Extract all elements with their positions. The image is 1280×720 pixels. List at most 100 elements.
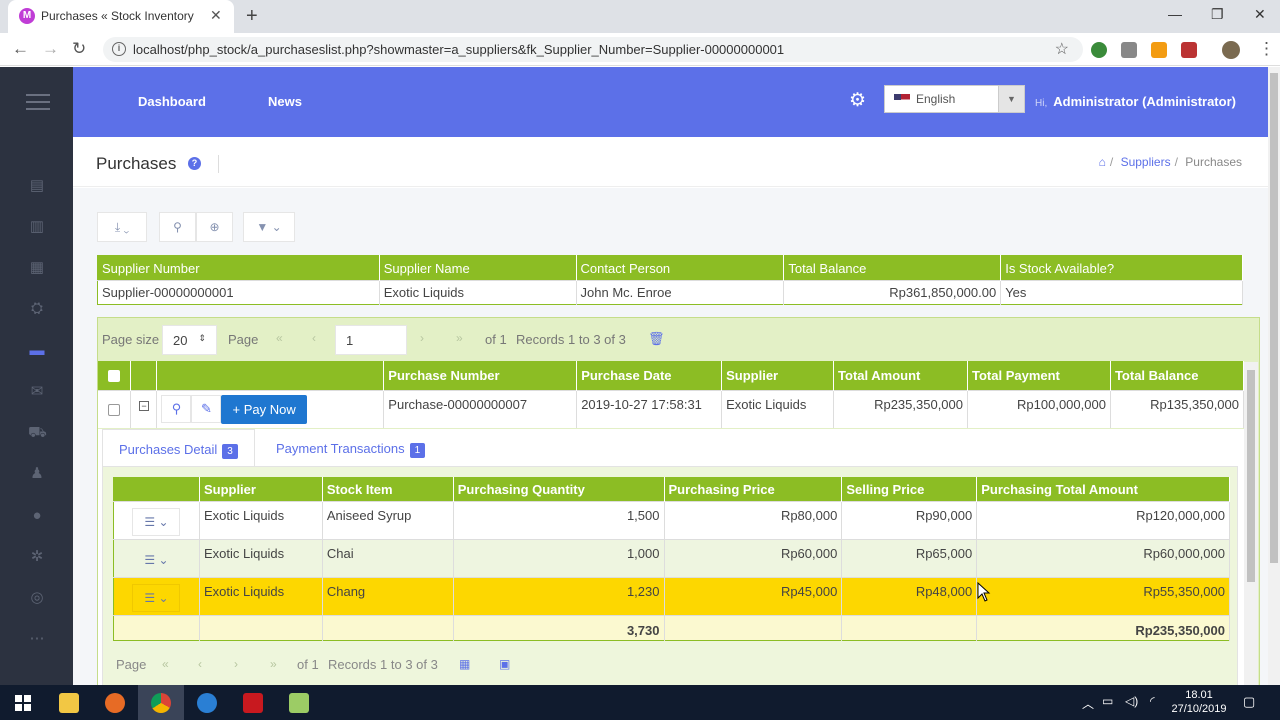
taskbar-chat[interactable]: [184, 685, 230, 720]
tab-purchases-detail[interactable]: Purchases Detail 3: [102, 429, 255, 467]
url-field[interactable]: i localhost/php_stock/a_purchaseslist.ph…: [103, 37, 1083, 62]
page-number-input[interactable]: 1: [335, 325, 407, 355]
window-close-icon[interactable]: ✕: [1254, 6, 1266, 23]
search-button[interactable]: ⚲: [159, 212, 196, 242]
col-total-balance[interactable]: Total Balance: [1110, 361, 1245, 390]
first-page-icon[interactable]: «: [162, 657, 169, 671]
tray-network-icon[interactable]: ▭: [1102, 694, 1113, 708]
taskbar-file-explorer[interactable]: [46, 685, 92, 720]
detail-col-purchasing-quantity[interactable]: Purchasing Quantity: [453, 477, 665, 502]
help-icon[interactable]: ?: [188, 157, 201, 170]
extension-camera-icon[interactable]: [1121, 42, 1137, 58]
sidebar-user-icon[interactable]: ●: [28, 508, 46, 524]
row-menu-button[interactable]: ☰ ⌄: [132, 508, 181, 536]
reload-icon[interactable]: ↻: [72, 39, 86, 59]
sidebar-more-icon[interactable]: ⋯: [28, 631, 46, 647]
detail-col-purchasing-total[interactable]: Purchasing Total Amount: [976, 477, 1230, 502]
next-page-icon[interactable]: ›: [420, 331, 424, 345]
grid-view-icon[interactable]: ▦: [459, 657, 470, 671]
next-page-icon[interactable]: ›: [234, 657, 238, 671]
detail-col-selling-price[interactable]: Selling Price: [841, 477, 978, 502]
site-info-icon[interactable]: i: [112, 42, 126, 56]
col-supplier[interactable]: Supplier: [721, 361, 835, 390]
minimize-icon[interactable]: —: [1168, 6, 1182, 22]
filter-button[interactable]: ▼ ⌄: [243, 212, 295, 242]
extension-globe-icon[interactable]: [1091, 42, 1107, 58]
col-total-amount[interactable]: Total Amount: [833, 361, 968, 390]
chevron-down-icon[interactable]: ▼: [998, 86, 1024, 112]
profile-avatar[interactable]: [1222, 41, 1240, 59]
taskbar-clock[interactable]: 18.01 27/10/2019: [1171, 688, 1227, 716]
home-icon[interactable]: ⌂: [1099, 155, 1106, 169]
collapse-icon[interactable]: −: [138, 400, 149, 411]
forward-icon[interactable]: →: [42, 39, 59, 59]
browser-tab[interactable]: M Purchases « Stock Inventory ✕: [8, 0, 234, 33]
sidebar-toggle-icon[interactable]: [26, 94, 50, 115]
master-col-supplier-name[interactable]: Supplier Name: [379, 255, 577, 281]
extension-rss-icon[interactable]: [1151, 42, 1167, 58]
sidebar-users-icon[interactable]: ♟: [28, 466, 46, 482]
sidebar-document-icon[interactable]: ▥: [28, 219, 46, 235]
sidebar-settings-icon[interactable]: ✲: [28, 549, 46, 565]
page-scrollbar[interactable]: [1268, 67, 1280, 685]
card-view-icon[interactable]: ▣: [499, 657, 510, 671]
taskbar-chrome[interactable]: [138, 685, 184, 720]
prev-page-icon[interactable]: ‹: [312, 331, 316, 345]
view-button[interactable]: ⚲: [161, 395, 192, 424]
row-menu-button[interactable]: ☰ ⌄: [132, 546, 181, 574]
start-button[interactable]: [0, 685, 46, 720]
advanced-search-button[interactable]: ⊕: [196, 212, 233, 242]
nav-news[interactable]: News: [268, 94, 302, 109]
sidebar-list-icon[interactable]: ▤: [28, 178, 46, 194]
tab-payment-transactions[interactable]: Payment Transactions 1: [260, 429, 441, 467]
tray-chevron-up-icon[interactable]: ︿: [1082, 695, 1094, 712]
extension-pdf-icon[interactable]: [1181, 42, 1197, 58]
page-size-select[interactable]: 20 ⇕: [162, 325, 217, 355]
sidebar-sitemap-icon[interactable]: ⛭: [28, 301, 46, 317]
content-scrollbar[interactable]: [1244, 362, 1258, 685]
col-purchase-number[interactable]: Purchase Number: [383, 361, 578, 390]
master-col-supplier-number[interactable]: Supplier Number: [97, 255, 380, 281]
master-col-is-stock-available[interactable]: Is Stock Available?: [1000, 255, 1243, 281]
master-col-total-balance[interactable]: Total Balance: [783, 255, 1002, 281]
taskbar-firefox[interactable]: [92, 685, 138, 720]
restore-icon[interactable]: ❐: [1211, 6, 1224, 23]
select-all-checkbox[interactable]: [108, 370, 121, 383]
browser-menu-icon[interactable]: ⋮: [1258, 39, 1275, 59]
gear-icon[interactable]: ⚙: [849, 91, 869, 111]
col-total-payment[interactable]: Total Payment: [967, 361, 1111, 390]
tray-wifi-icon[interactable]: ◜: [1150, 694, 1155, 708]
notifications-icon[interactable]: ▢: [1243, 694, 1255, 710]
last-page-icon[interactable]: »: [270, 657, 277, 671]
sidebar-mail-icon[interactable]: ✉: [28, 384, 46, 400]
row-checkbox[interactable]: [108, 404, 121, 417]
row-menu-button[interactable]: ☰ ⌄: [132, 584, 181, 612]
new-tab-icon[interactable]: +: [246, 5, 258, 28]
sidebar-grid-icon[interactable]: ▦: [28, 260, 46, 276]
export-button[interactable]: ⤓ ⌄: [97, 212, 147, 242]
last-page-icon[interactable]: »: [456, 331, 463, 345]
sidebar-money-icon[interactable]: ▬: [28, 343, 46, 359]
tab-close-icon[interactable]: ✕: [210, 7, 222, 24]
first-page-icon[interactable]: «: [276, 331, 283, 345]
sidebar-cart-icon[interactable]: ⛟: [28, 425, 47, 441]
language-select[interactable]: English ▼: [884, 85, 1025, 113]
edit-button[interactable]: ✎: [191, 395, 222, 424]
prev-page-icon[interactable]: ‹: [198, 657, 202, 671]
taskbar-php-editor[interactable]: [230, 685, 276, 720]
tray-volume-icon[interactable]: ◁): [1125, 694, 1138, 708]
detail-col-stock-item[interactable]: Stock Item: [322, 477, 454, 502]
pay-now-button[interactable]: + Pay Now: [221, 394, 307, 424]
user-menu[interactable]: Hi, Administrator (Administrator): [1035, 94, 1236, 109]
master-col-contact-person[interactable]: Contact Person: [576, 255, 785, 281]
sidebar-lifering-icon[interactable]: ◎: [28, 590, 46, 606]
col-purchase-date[interactable]: Purchase Date: [576, 361, 723, 390]
taskbar-notepad[interactable]: [276, 685, 322, 720]
nav-dashboard[interactable]: Dashboard: [138, 94, 206, 109]
bookmark-star-icon[interactable]: ☆: [1055, 39, 1069, 59]
trash-icon[interactable]: 🗑: [648, 331, 665, 347]
back-icon[interactable]: ←: [12, 39, 29, 59]
detail-col-supplier[interactable]: Supplier: [199, 477, 323, 502]
detail-col-purchasing-price[interactable]: Purchasing Price: [664, 477, 843, 502]
breadcrumb-suppliers[interactable]: Suppliers: [1121, 155, 1171, 169]
